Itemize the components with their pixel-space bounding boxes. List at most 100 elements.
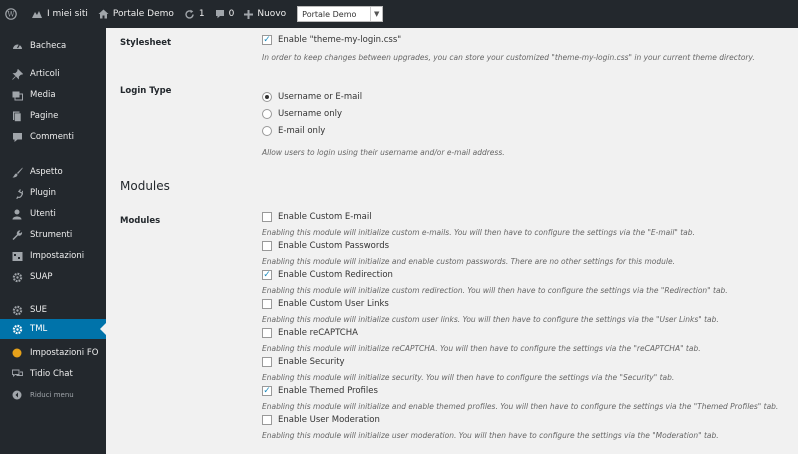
module-checkbox[interactable] [262,415,272,425]
sidebar-item-plugin[interactable]: Plugin [0,183,106,203]
plugin-icon [10,186,24,200]
comments-button[interactable]: 0 [210,0,240,28]
stylesheet-description: In order to keep changes between upgrade… [262,53,755,62]
sidebar-item-articoli[interactable]: Articoli [0,64,106,84]
site-name-menu[interactable]: Portale Demo [93,0,179,28]
module-checkbox-label: Enable Custom Redirection [278,270,393,280]
collapse-menu-label: Riduci menu [30,391,74,399]
sidebar-item-label: Pagine [30,111,59,121]
brush-icon [10,165,24,179]
sidebar-item-tml[interactable]: TML [0,319,106,339]
module-checkbox-label: Enable reCAPTCHA [278,328,358,338]
new-label: Nuovo [257,9,287,19]
site-name-label: Portale Demo [112,9,174,19]
site-switcher-value: Portale Demo [302,9,357,19]
page-icon [10,109,24,123]
pin-icon [10,67,24,81]
module-checkbox[interactable] [262,270,272,280]
comments-count: 0 [228,9,235,19]
module-checkbox-label: Enable Security [278,357,345,367]
sidebar-item-label: Articoli [30,69,60,79]
dashboard-icon [10,39,24,53]
login-type-radio[interactable] [262,126,272,136]
module-checkbox-label: Enable User Moderation [278,415,380,425]
module-checkbox-label: Enable Custom Passwords [278,241,390,251]
sidebar-item-bacheca[interactable]: Bacheca [0,36,106,56]
sidebar-item-commenti[interactable]: Commenti [0,127,106,147]
sidebar-item-strumenti[interactable]: Strumenti [0,225,106,245]
module-description: Enabling this module will initialize reC… [262,344,701,353]
sidebar-item-sue[interactable]: SUE [0,300,106,320]
sidebar-item-utenti[interactable]: Utenti [0,204,106,224]
login-type-label: Login Type [120,86,172,96]
sidebar-item-impostazioni-fo[interactable]: Impostazioni FO [0,343,106,363]
login-type-option-email-only[interactable]: E-mail only [262,126,325,136]
sidebar-item-label: SUAP [30,272,53,282]
sidebar-item-label: TML [30,324,48,334]
circle-icon [10,346,24,360]
sidebar-item-label: Commenti [30,132,75,142]
sidebar-item-impostazioni[interactable]: Impostazioni [0,246,106,266]
stylesheet-label: Stylesheet [120,38,172,48]
login-type-radio[interactable] [262,109,272,119]
module-description: Enabling this module will initialize cus… [262,315,719,324]
sidebar-item-label: Aspetto [30,167,63,177]
sidebar-item-pagine[interactable]: Pagine [0,106,106,126]
module-option-security[interactable]: Enable Security [262,357,345,367]
updates-icon [185,9,194,19]
stylesheet-option[interactable]: Enable "theme-my-login.css" [262,35,401,45]
module-checkbox[interactable] [262,328,272,338]
sidebar-item-aspetto[interactable]: Aspetto [0,162,106,182]
module-description: Enabling this module will initialize and… [262,257,675,266]
sidebar-item-label: Impostazioni FO [30,348,99,358]
sidebar-item-suap[interactable]: SUAP [0,267,106,287]
new-content-button[interactable]: Nuovo [239,0,291,28]
module-description: Enabling this module will initialize cus… [262,286,728,295]
gear-icon [10,303,24,317]
module-checkbox[interactable] [262,299,272,309]
settings-icon [10,249,24,263]
wordpress-icon: W [5,8,17,20]
module-option-custom-passwords[interactable]: Enable Custom Passwords [262,241,389,251]
collapse-menu-button[interactable]: Riduci menu [0,385,106,405]
module-option-custom-user-links[interactable]: Enable Custom User Links [262,299,389,309]
module-checkbox[interactable] [262,212,272,222]
sidebar-item-tidio-chat[interactable]: Tidio Chat [0,364,106,384]
media-icon [10,88,24,102]
module-checkbox[interactable] [262,386,272,396]
stylesheet-checkbox[interactable] [262,35,272,45]
module-checkbox[interactable] [262,241,272,251]
sidebar-item-label: Impostazioni [30,251,85,261]
sidebar-item-media[interactable]: Media [0,85,106,105]
settings-content: Stylesheet Enable "theme-my-login.css" I… [106,28,798,454]
module-option-custom-email[interactable]: Enable Custom E-mail [262,212,372,222]
module-description: Enabling this module will initialize sec… [262,373,675,382]
my-sites-menu[interactable]: I miei siti [26,0,93,28]
module-checkbox-label: Enable Custom User Links [278,299,389,309]
my-sites-icon [32,11,42,18]
wp-logo-button[interactable]: W [0,0,26,28]
module-option-user-moderation[interactable]: Enable User Moderation [262,415,380,425]
sidebar-item-label: Bacheca [30,41,67,51]
updates-button[interactable]: 1 [179,0,210,28]
sidebar-item-label: Tidio Chat [30,369,73,379]
login-type-option-username-or-email[interactable]: Username or E-mail [262,92,362,102]
module-option-custom-redirection[interactable]: Enable Custom Redirection [262,270,393,280]
module-description: Enabling this module will initialize cus… [262,228,695,237]
sidebar-item-label: Strumenti [30,230,73,240]
modules-label: Modules [120,216,161,226]
module-checkbox-label: Enable Custom E-mail [278,212,372,222]
module-option-themed-profiles[interactable]: Enable Themed Profiles [262,386,378,396]
site-switcher-select[interactable]: Portale Demo ▼ [297,6,384,22]
login-type-option-label: Username or E-mail [278,92,363,102]
comment-icon [215,10,224,19]
sidebar-item-label: SUE [30,305,47,315]
module-option-recaptcha[interactable]: Enable reCAPTCHA [262,328,358,338]
module-checkbox[interactable] [262,357,272,367]
my-sites-label: I miei siti [47,9,88,19]
login-type-option-username-only[interactable]: Username only [262,109,342,119]
updates-count: 1 [198,9,205,19]
comment-icon [10,130,24,144]
module-description: Enabling this module will initialize use… [262,431,719,440]
login-type-radio[interactable] [262,92,272,102]
